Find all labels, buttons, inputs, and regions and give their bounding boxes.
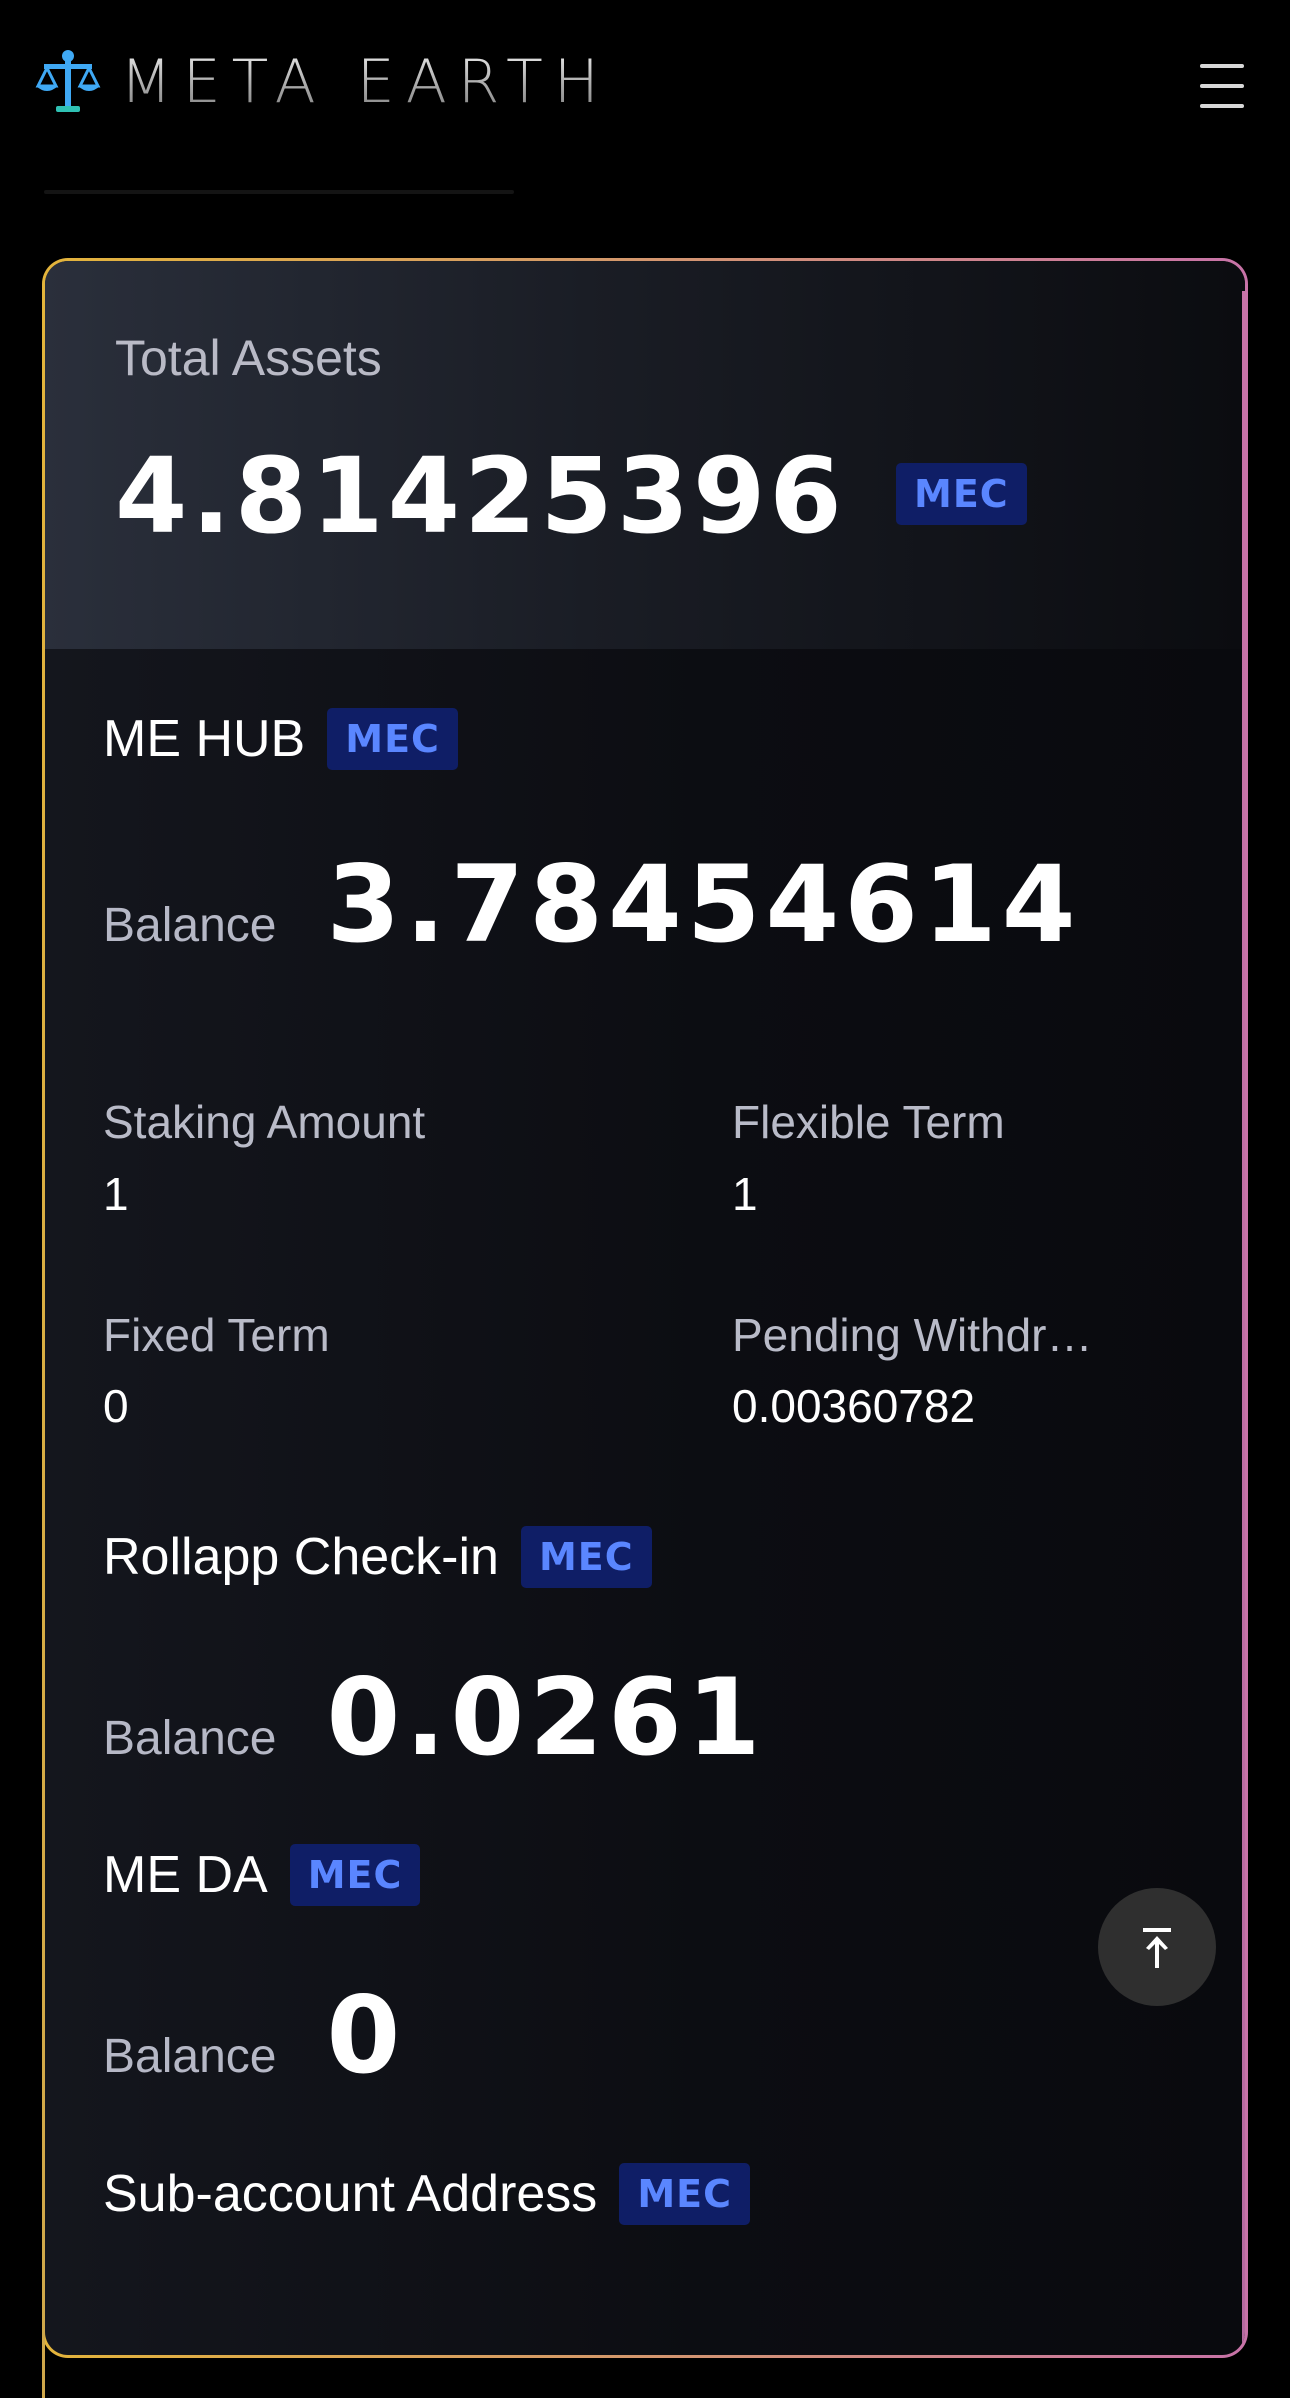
staking-amount-value: 1: [103, 1168, 129, 1220]
header-divider: [44, 190, 514, 194]
pending-withdrawal-value: 0.00360782: [732, 1380, 976, 1432]
mec-badge: MEC: [520, 1526, 652, 1588]
sub-account-title: Sub-account Address MEC: [103, 2163, 750, 2225]
balance-label: Balance: [103, 899, 277, 952]
brand-logo-text[interactable]: META EARTH: [120, 46, 610, 118]
flexible-term-label: Flexible Term: [732, 1096, 1005, 1148]
rollapp-balance-value: 0.0261: [326, 1656, 766, 1779]
me-da-balance-row: Balance 0: [103, 1974, 405, 2097]
rollapp-balance-row: Balance 0.0261: [103, 1656, 766, 1779]
total-assets-section: Total Assets 4.81425396 MEC: [45, 261, 1245, 649]
menu-bar: [1200, 104, 1244, 108]
assets-card-border: Total Assets 4.81425396 MEC ME HUB MEC B…: [42, 258, 1248, 2398]
hamburger-menu-icon[interactable]: [1196, 60, 1248, 112]
me-hub-balance-row: Balance 3.78454614: [103, 843, 1081, 966]
me-hub-balance-value: 3.78454614: [326, 843, 1081, 966]
back-to-top-button[interactable]: [1098, 1888, 1216, 2006]
fixed-term-value: 0: [103, 1380, 129, 1432]
me-da-title: ME DA MEC: [103, 1844, 421, 1906]
total-assets-value: 4.81425396 MEC: [115, 441, 1027, 551]
me-da-title-text: ME DA: [103, 1846, 268, 1904]
me-da-balance-value: 0: [326, 1974, 406, 2097]
balance-label: Balance: [103, 1712, 277, 1765]
staking-amount-label: Staking Amount: [103, 1096, 426, 1148]
arrow-up-to-line-icon: [1143, 1928, 1171, 1968]
top-header: META EARTH: [0, 0, 1290, 170]
total-assets-amount: 4.81425396: [115, 435, 846, 557]
mec-badge: MEC: [289, 1844, 421, 1906]
fixed-term-label: Fixed Term: [103, 1309, 330, 1361]
flexible-term-value: 1: [732, 1168, 758, 1220]
total-assets-label: Total Assets: [115, 330, 382, 386]
scales-logo-icon[interactable]: [32, 46, 104, 118]
me-hub-title: ME HUB MEC: [103, 708, 458, 770]
sub-account-title-text: Sub-account Address: [103, 2165, 598, 2223]
mec-badge: MEC: [896, 462, 1027, 525]
rollapp-title: Rollapp Check-in MEC: [103, 1526, 652, 1588]
assets-card: Total Assets 4.81425396 MEC ME HUB MEC B…: [45, 261, 1245, 2355]
menu-bar: [1200, 84, 1244, 88]
menu-bar: [1200, 64, 1244, 68]
mec-badge: MEC: [619, 2163, 750, 2225]
mec-badge: MEC: [327, 708, 458, 770]
pending-withdrawal-label: Pending Withdr…: [732, 1309, 1093, 1361]
me-hub-title-text: ME HUB: [103, 710, 306, 768]
rollapp-title-text: Rollapp Check-in: [103, 1528, 499, 1586]
balance-label: Balance: [103, 2030, 277, 2083]
